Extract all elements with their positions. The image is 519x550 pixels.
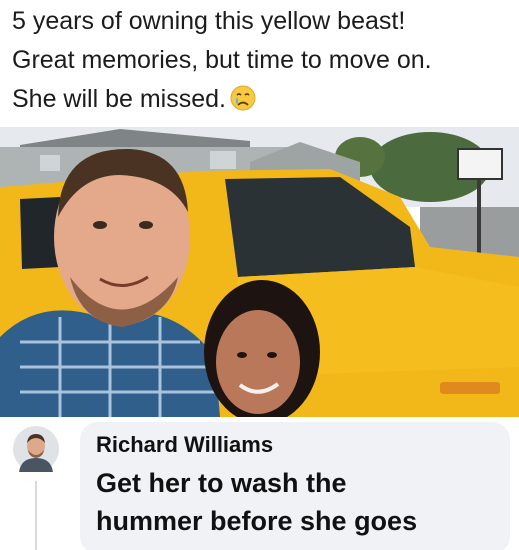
meme-post: 5 years of owning this yellow beast! Gre… (0, 0, 519, 550)
comment-section: Richard Williams Get her to wash the hum… (0, 417, 519, 550)
post-caption: 5 years of owning this yellow beast! Gre… (12, 2, 512, 119)
comment-author[interactable]: Richard Williams (96, 432, 273, 458)
comment-text-line-2: hummer before she goes (96, 506, 418, 536)
photo-illustration (0, 127, 519, 417)
photo-woman-eye-left (237, 352, 247, 358)
post-photo (0, 127, 519, 417)
comment-bubble: Richard Williams Get her to wash the hum… (80, 422, 510, 550)
photo-vehicle-side-window (20, 197, 60, 269)
comment-text: Get her to wash the hummer before she go… (96, 464, 496, 540)
avatar[interactable] (13, 426, 59, 472)
photo-woman-face (216, 310, 300, 414)
photo-hoop-board (457, 148, 503, 180)
photo-vehicle-light (440, 382, 500, 394)
caption-line-1: 5 years of owning this yellow beast! (12, 7, 406, 35)
thread-line (35, 481, 37, 550)
caption-line-3: She will be missed. (12, 80, 512, 119)
caption-line-2: Great memories, but time to move on. (12, 46, 432, 74)
photo-woman-eye-right (267, 352, 277, 358)
photo-house-window (40, 155, 60, 171)
crying-face-emoji-icon (230, 85, 256, 111)
photo-house-window-2 (210, 151, 236, 169)
comment-text-line-1: Get her to wash the (96, 468, 347, 498)
photo-man-eye-left (93, 221, 107, 229)
photo-man-eye-right (139, 221, 153, 229)
caption-line-3-text: She will be missed. (12, 85, 226, 113)
